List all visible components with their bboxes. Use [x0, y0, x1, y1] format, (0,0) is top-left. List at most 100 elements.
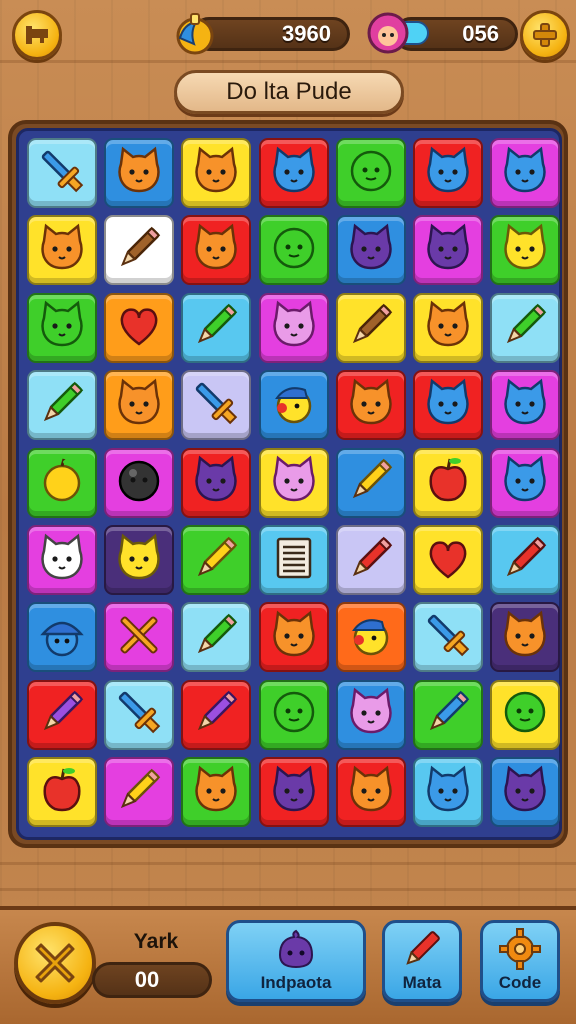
- board-tile[interactable]: [104, 602, 175, 673]
- board-tile[interactable]: [181, 370, 252, 441]
- board-tile[interactable]: [490, 292, 561, 363]
- gear-icon: [499, 928, 541, 970]
- cat-orange-icon: [112, 144, 166, 203]
- board-tile[interactable]: [181, 602, 252, 673]
- board-tile[interactable]: [181, 292, 252, 363]
- board-tile[interactable]: [258, 138, 329, 208]
- board-tile[interactable]: [490, 757, 561, 828]
- board-tile[interactable]: [258, 370, 329, 441]
- board-tile[interactable]: [104, 138, 175, 208]
- mata-button[interactable]: Mata: [382, 920, 462, 1002]
- board-tile[interactable]: [27, 292, 97, 363]
- sword-icon: [421, 608, 475, 667]
- board-tile[interactable]: [27, 602, 97, 673]
- cat-orange-icon: [189, 221, 243, 280]
- board-tile[interactable]: [335, 292, 406, 363]
- board-tile[interactable]: [181, 447, 252, 518]
- pencil-yellow-icon: [189, 531, 243, 590]
- board-tile[interactable]: [490, 138, 561, 208]
- board-tile[interactable]: [413, 215, 483, 286]
- board-tile[interactable]: [490, 525, 561, 595]
- score-label: Yark: [133, 930, 179, 953]
- board-tile[interactable]: [104, 292, 175, 363]
- board-tile[interactable]: [258, 525, 329, 595]
- board-tile[interactable]: [258, 602, 329, 673]
- board-tile[interactable]: [413, 525, 483, 595]
- board-tile[interactable]: [258, 679, 329, 750]
- add-currency-button[interactable]: [520, 10, 570, 60]
- board-tile[interactable]: [335, 525, 406, 595]
- board-tile[interactable]: [413, 679, 483, 750]
- cat-orange-icon: [112, 376, 166, 435]
- menu-button[interactable]: [12, 10, 62, 60]
- board-tile[interactable]: [104, 447, 175, 518]
- board-tile[interactable]: [27, 447, 97, 518]
- board-tile[interactable]: [104, 757, 175, 828]
- board-tile[interactable]: [335, 215, 406, 286]
- board-tile[interactable]: [104, 525, 175, 595]
- board-tile[interactable]: [335, 370, 406, 441]
- board-tile[interactable]: [181, 138, 252, 208]
- board-tile[interactable]: [335, 138, 406, 208]
- board-tile[interactable]: [413, 757, 483, 828]
- board-tile[interactable]: [258, 447, 329, 518]
- board-tile[interactable]: [490, 215, 561, 286]
- board-tile[interactable]: [258, 215, 329, 286]
- board-tile[interactable]: [413, 138, 483, 208]
- plus-icon: [533, 23, 557, 47]
- ball-black-icon: [112, 453, 166, 512]
- gems-value: 056: [462, 21, 499, 46]
- board-tile[interactable]: [490, 370, 561, 441]
- board-tile[interactable]: [104, 679, 175, 750]
- board-tile[interactable]: [413, 602, 483, 673]
- board-tile[interactable]: [27, 138, 97, 208]
- board-tile[interactable]: [27, 525, 97, 595]
- board-tile[interactable]: [335, 447, 406, 518]
- board-tile[interactable]: [335, 757, 406, 828]
- board-tile[interactable]: [27, 757, 97, 828]
- board-tile[interactable]: [335, 602, 406, 673]
- cat-blue-icon: [421, 763, 475, 822]
- cat-orange-icon: [267, 608, 321, 667]
- pencil-red-icon: [344, 531, 398, 590]
- cat-orange-icon: [344, 763, 398, 822]
- board-tile[interactable]: [413, 292, 483, 363]
- board-tile[interactable]: [104, 370, 175, 441]
- sword-icon: [189, 376, 243, 435]
- cat-blue-icon: [498, 376, 552, 435]
- board-tile[interactable]: [335, 679, 406, 750]
- board-tile[interactable]: [27, 679, 97, 750]
- cat-orange-icon: [498, 608, 552, 667]
- board-tile[interactable]: [27, 215, 97, 286]
- board-tile[interactable]: [104, 215, 175, 286]
- board-tile[interactable]: [258, 292, 329, 363]
- board-tile[interactable]: [27, 370, 97, 441]
- pencil-yellow-icon: [344, 453, 398, 512]
- wood-stripe: [0, 888, 576, 891]
- notepad-icon: [267, 531, 321, 590]
- cat-orange-icon: [344, 376, 398, 435]
- pencil-brown-icon: [112, 221, 166, 280]
- pencil-yellow-icon: [112, 763, 166, 822]
- pencil-green-icon: [189, 298, 243, 357]
- board-tile[interactable]: [181, 757, 252, 828]
- board-tile[interactable]: [181, 525, 252, 595]
- cat-white-icon: [35, 531, 89, 590]
- board-tile[interactable]: [490, 447, 561, 518]
- game-board: [16, 128, 562, 840]
- code-label: Code: [498, 973, 542, 992]
- heart-red-icon: [112, 298, 166, 357]
- cat-purple-icon: [267, 763, 321, 822]
- board-tile[interactable]: [413, 370, 483, 441]
- board-tile[interactable]: [490, 679, 561, 750]
- board-tile[interactable]: [413, 447, 483, 518]
- cat-pink-icon: [267, 298, 321, 357]
- board-tile[interactable]: [258, 757, 329, 828]
- board-tile[interactable]: [181, 215, 252, 286]
- close-button[interactable]: [14, 922, 96, 1004]
- board-tile[interactable]: [490, 602, 561, 673]
- board-tile[interactable]: [181, 679, 252, 750]
- code-button[interactable]: Code: [480, 920, 560, 1002]
- cat-orange-icon: [35, 221, 89, 280]
- indpaota-button[interactable]: Indpaota: [226, 920, 366, 1002]
